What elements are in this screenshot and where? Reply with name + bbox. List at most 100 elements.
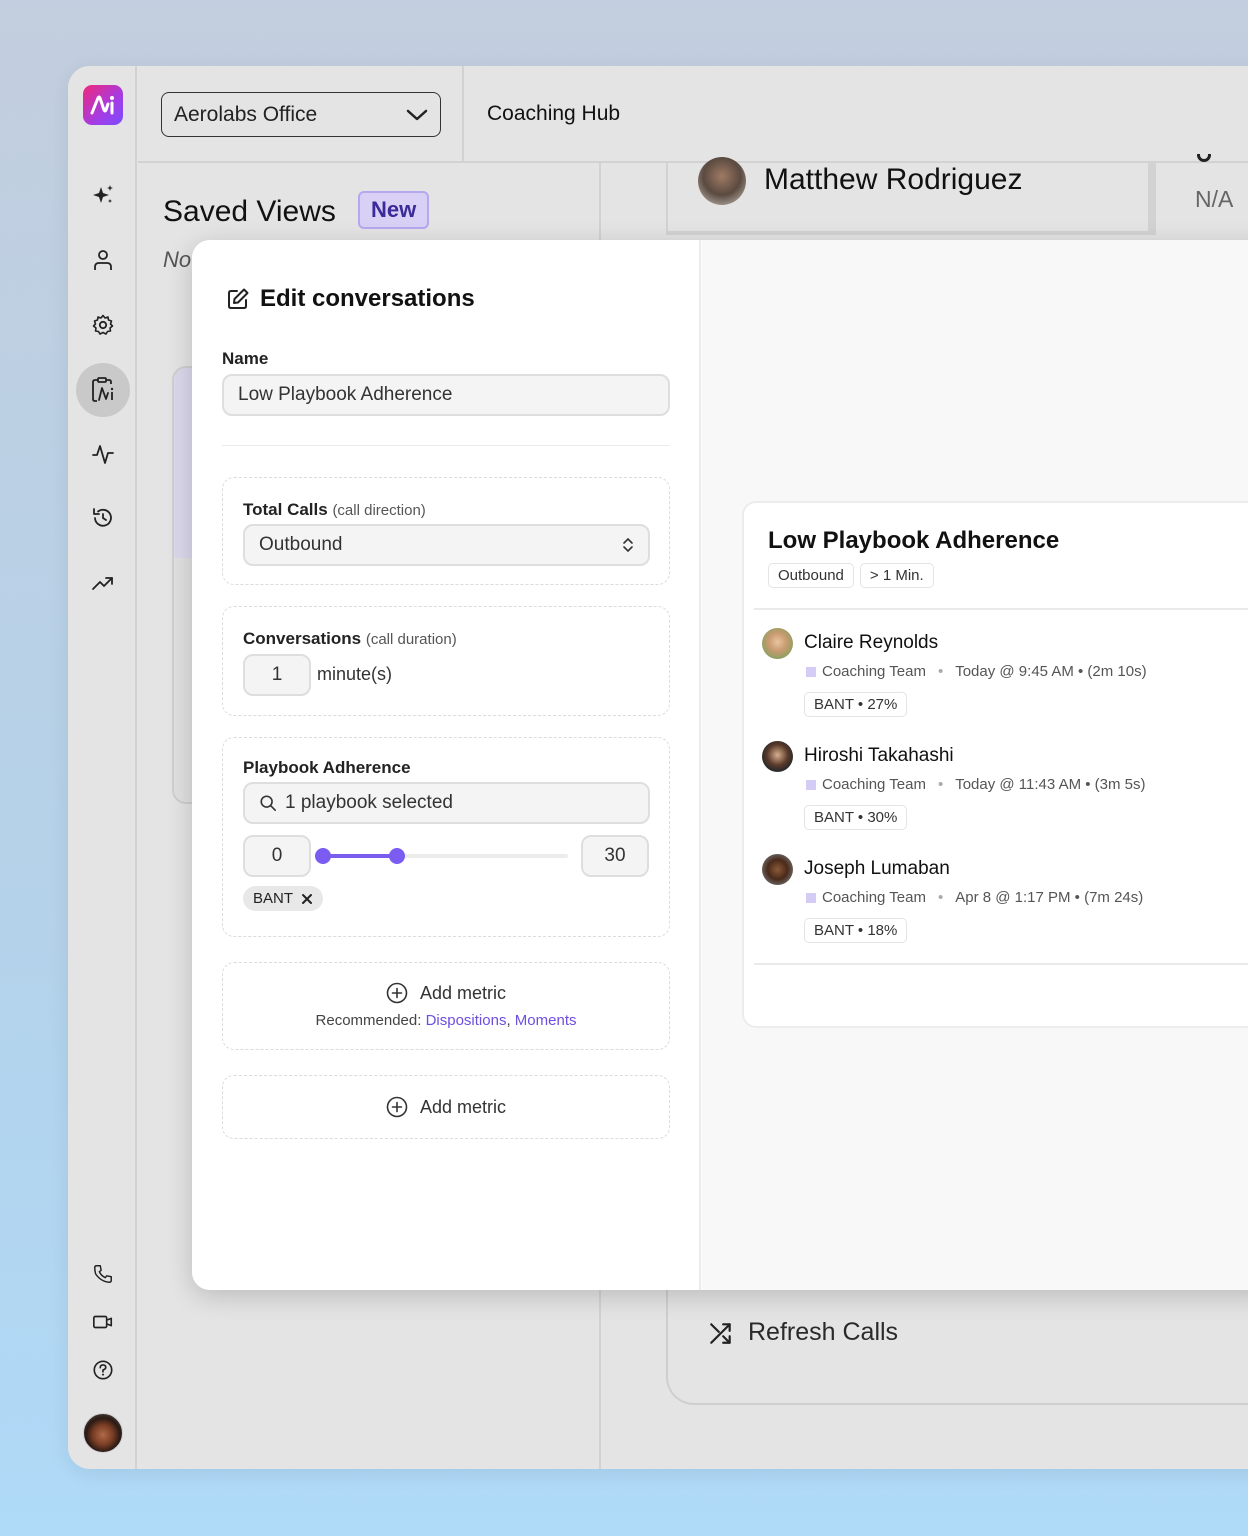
sidebar-item-users[interactable] bbox=[88, 245, 118, 275]
refresh-calls-label: Refresh Calls bbox=[748, 1318, 899, 1346]
score-badge: BANT • 30% bbox=[804, 805, 908, 830]
adherence-min-input[interactable]: 0 bbox=[243, 835, 311, 877]
person-time: Today @ 11:43 AM • (3m 5s) bbox=[955, 776, 1146, 793]
person-time: Today @ 9:45 AM • (2m 10s) bbox=[955, 663, 1147, 680]
add-metric-button[interactable]: Add metric bbox=[223, 982, 669, 1004]
add-metric-label: Add metric bbox=[419, 1096, 507, 1117]
person-meta: Coaching Team • Today @ 11:43 AM • (3m 5… bbox=[806, 776, 1146, 793]
person-team: Coaching Team bbox=[822, 889, 926, 906]
name-label: Name bbox=[222, 349, 269, 368]
separator-dot: • bbox=[937, 663, 944, 680]
agent-name: Matthew Rodriguez bbox=[764, 163, 1023, 196]
person-avatar bbox=[762, 628, 793, 659]
search-icon bbox=[260, 795, 277, 812]
history-icon bbox=[93, 508, 112, 527]
person-name: Hiroshi Takahashi bbox=[804, 745, 954, 766]
plus-circle-icon bbox=[386, 1096, 408, 1118]
refresh-calls-card: Refresh Calls bbox=[666, 1288, 1248, 1405]
gear-icon bbox=[92, 314, 114, 335]
team-color-swatch bbox=[806, 892, 816, 903]
metric-total-calls: Total Calls (call direction) Outbound bbox=[222, 477, 670, 585]
person-name: Claire Reynolds bbox=[804, 632, 939, 653]
sidebar-item-coaching[interactable] bbox=[76, 363, 130, 417]
preview-card: Low Playbook Adherence Outbound > 1 Min.… bbox=[742, 501, 1248, 1028]
playbook-chip-label: BANT bbox=[253, 890, 294, 907]
team-color-swatch bbox=[806, 666, 816, 677]
divider bbox=[222, 445, 670, 446]
office-select-value: Aerolabs Office bbox=[174, 102, 318, 126]
edit-conversations-modal: Edit conversations Name Total Calls (cal… bbox=[192, 240, 1248, 1290]
sidebar-item-help[interactable] bbox=[88, 1355, 118, 1385]
person-avatar bbox=[762, 854, 793, 885]
sidebar-item-activity[interactable] bbox=[88, 439, 118, 469]
new-badge: New bbox=[358, 191, 430, 229]
slider-thumb-max[interactable] bbox=[388, 848, 405, 864]
duration-input[interactable]: 1 bbox=[243, 654, 311, 696]
sidebar-item-trends[interactable] bbox=[88, 568, 118, 598]
tag-duration: > 1 Min. bbox=[859, 563, 934, 588]
person-team: Coaching Team bbox=[822, 663, 926, 680]
tag-direction: Outbound bbox=[768, 563, 854, 588]
sidebar bbox=[68, 66, 137, 1469]
trending-up-icon bbox=[92, 577, 113, 590]
logo-icon bbox=[90, 95, 114, 115]
app-logo[interactable] bbox=[83, 85, 123, 125]
close-icon[interactable] bbox=[301, 893, 313, 905]
slider-thumb-min[interactable] bbox=[315, 848, 331, 864]
help-icon bbox=[93, 1360, 113, 1380]
list-item[interactable]: Claire Reynolds Coaching Team • Today @ … bbox=[762, 628, 1248, 728]
agent-avatar bbox=[698, 157, 746, 205]
person-meta: Coaching Team • Today @ 9:45 AM • (2m 10… bbox=[806, 663, 1147, 680]
person-team: Coaching Team bbox=[822, 776, 926, 793]
name-input[interactable] bbox=[222, 374, 670, 416]
refresh-calls-button[interactable]: Refresh Calls bbox=[708, 1318, 898, 1347]
editor-panel: Edit conversations Name Total Calls (cal… bbox=[192, 240, 701, 1290]
user-avatar[interactable] bbox=[83, 1413, 123, 1453]
add-metric-button[interactable]: Add metric bbox=[223, 1096, 669, 1118]
activity-icon bbox=[92, 445, 114, 464]
plus-circle-icon bbox=[386, 982, 408, 1004]
modal-title-text: Edit conversations bbox=[260, 285, 475, 312]
top-bar: Aerolabs Office Coaching Hub bbox=[138, 66, 1248, 163]
person-name: Joseph Lumaban bbox=[804, 858, 950, 879]
recommended-row: Recommended: Dispositions, Moments bbox=[315, 1012, 577, 1029]
person-avatar bbox=[762, 741, 793, 772]
page-title: Coaching Hub bbox=[487, 102, 621, 125]
background-agent-row[interactable]: Matthew Rodriguez bbox=[666, 157, 1156, 235]
recommended-label: Recommended: bbox=[315, 1012, 422, 1029]
sidebar-item-settings[interactable] bbox=[88, 310, 118, 340]
adherence-range-slider[interactable] bbox=[315, 848, 568, 864]
adherence-max-input[interactable]: 30 bbox=[581, 835, 649, 877]
recommended-link-dispositions[interactable]: Dispositions bbox=[426, 1012, 507, 1029]
office-select[interactable]: Aerolabs Office bbox=[161, 92, 441, 137]
sidebar-item-phone[interactable] bbox=[88, 1259, 118, 1289]
divider bbox=[754, 963, 1248, 965]
sidebar-item-ai[interactable] bbox=[88, 180, 118, 210]
preview-panel: Low Playbook Adherence Outbound > 1 Min.… bbox=[702, 240, 1248, 1290]
slider-fill bbox=[323, 854, 397, 858]
playbook-label: Playbook Adherence bbox=[243, 758, 411, 777]
chevron-updown-icon bbox=[623, 537, 633, 553]
video-icon bbox=[93, 1315, 113, 1329]
separator-dot: • bbox=[937, 889, 944, 906]
call-direction-select[interactable]: Outbound bbox=[243, 524, 650, 566]
sidebar-item-history[interactable] bbox=[88, 503, 118, 533]
saved-views-title: Saved Views bbox=[163, 195, 336, 228]
sidebar-item-video[interactable] bbox=[88, 1307, 118, 1337]
divider bbox=[462, 66, 464, 163]
add-metric-recommended: Add metric Recommended: Dispositions, Mo… bbox=[222, 962, 670, 1050]
total-calls-label: Total Calls (call direction) bbox=[243, 500, 426, 519]
score-badge: BANT • 27% bbox=[804, 692, 908, 717]
add-metric-empty: Add metric bbox=[222, 1075, 670, 1139]
metric-playbook-adherence: Playbook Adherence 1 playbook selected 0… bbox=[222, 737, 670, 937]
edit-icon bbox=[228, 288, 249, 309]
recommended-link-moments[interactable]: Moments bbox=[515, 1012, 577, 1029]
divider bbox=[754, 608, 1248, 610]
list-item[interactable]: Joseph Lumaban Coaching Team • Apr 8 @ 1… bbox=[762, 854, 1248, 954]
clipboard-playbook-icon bbox=[92, 377, 114, 402]
playbook-search[interactable]: 1 playbook selected bbox=[243, 782, 650, 824]
call-direction-value: Outbound bbox=[259, 534, 343, 555]
add-metric-label: Add metric bbox=[419, 982, 507, 1003]
playbook-search-value: 1 playbook selected bbox=[285, 792, 453, 813]
list-item[interactable]: Hiroshi Takahashi Coaching Team • Today … bbox=[762, 741, 1248, 841]
